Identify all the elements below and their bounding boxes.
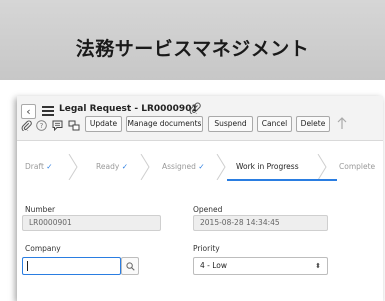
- check-icon: ✓: [198, 162, 205, 171]
- stage-label: Assigned: [162, 162, 196, 171]
- paperclip-icon[interactable]: [21, 120, 32, 135]
- priority-value: 4 - Low: [200, 261, 228, 270]
- search-icon: [125, 262, 135, 271]
- chevron-right-icon: [68, 154, 78, 180]
- arrow-up-icon[interactable]: [337, 116, 347, 134]
- record-header: ‹ Legal Request - LR0000901 ? Update Man…: [17, 96, 383, 141]
- active-stage-indicator: [227, 179, 337, 181]
- help-icon[interactable]: ?: [36, 120, 47, 135]
- update-button[interactable]: Update: [85, 116, 122, 132]
- company-label: Company: [25, 244, 61, 253]
- chevron-right-icon: [216, 154, 226, 180]
- manage-documents-button[interactable]: Manage documents: [126, 116, 203, 132]
- company-lookup-button[interactable]: [121, 257, 139, 275]
- paperclip-icon[interactable]: [189, 102, 201, 117]
- templates-icon[interactable]: [68, 120, 80, 135]
- stage-ready[interactable]: Ready ✓: [96, 154, 128, 180]
- number-label: Number: [25, 205, 56, 214]
- hamburger-menu-icon[interactable]: [42, 106, 54, 116]
- svg-text:?: ?: [40, 122, 44, 130]
- priority-label: Priority: [193, 244, 220, 253]
- comment-icon[interactable]: [52, 120, 63, 135]
- stage-draft[interactable]: Draft ✓: [25, 154, 53, 180]
- chevron-right-icon: [317, 154, 327, 180]
- stage-label: Work in Progress: [236, 162, 299, 171]
- cancel-button[interactable]: Cancel: [257, 116, 292, 132]
- record-title: Legal Request - LR0000901: [59, 104, 198, 114]
- select-caret-icon: ⬍: [315, 262, 321, 270]
- banner: 法務サービスマネジメント: [0, 0, 385, 80]
- stage-work-in-progress[interactable]: Work in Progress: [236, 154, 299, 180]
- suspend-button[interactable]: Suspend: [208, 116, 253, 132]
- stage-progress: Draft ✓ Ready ✓ Assigned ✓ Work in Progr…: [21, 154, 383, 181]
- check-icon: ✓: [121, 162, 128, 171]
- stage-label: Draft: [25, 162, 44, 171]
- company-input[interactable]: [22, 257, 121, 275]
- delete-button[interactable]: Delete: [296, 116, 330, 132]
- chevron-right-icon: [140, 154, 150, 180]
- stage-complete[interactable]: Complete: [339, 154, 375, 180]
- back-button[interactable]: ‹: [21, 104, 36, 119]
- opened-field[interactable]: 2015-08-28 14:34:45: [193, 215, 328, 231]
- opened-label: Opened: [193, 205, 223, 214]
- banner-title: 法務サービスマネジメント: [75, 37, 310, 60]
- stage-assigned[interactable]: Assigned ✓: [162, 154, 205, 180]
- stage-label: Complete: [339, 162, 376, 171]
- priority-select[interactable]: 4 - Low ⬍: [193, 257, 328, 275]
- number-field[interactable]: LR0000901: [22, 215, 161, 231]
- stage-label: Ready: [96, 162, 120, 171]
- check-icon: ✓: [46, 162, 53, 171]
